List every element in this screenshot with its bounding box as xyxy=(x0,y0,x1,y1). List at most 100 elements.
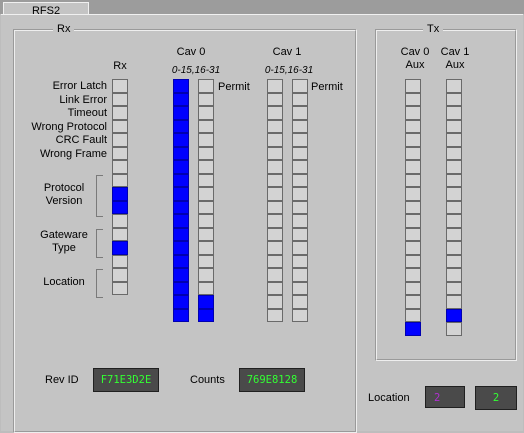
indicator-cell xyxy=(198,119,214,133)
indicator-cell xyxy=(112,160,128,174)
rx-bracket-label-line: Gateware xyxy=(40,229,88,241)
indicator-cell xyxy=(446,146,462,160)
indicator-cell xyxy=(173,308,189,322)
indicator-cell xyxy=(405,308,421,322)
indicator-cell xyxy=(173,187,189,201)
indicator-cell xyxy=(267,79,283,93)
rx-bracket-label-line: Type xyxy=(52,242,76,254)
rx-row-label: Timeout xyxy=(67,107,107,119)
indicator-cell xyxy=(198,254,214,268)
indicator-cell xyxy=(267,281,283,295)
indicator-cell xyxy=(173,106,189,120)
indicator-cell xyxy=(267,106,283,120)
indicator-cell xyxy=(446,133,462,147)
indicator-cell xyxy=(173,173,189,187)
indicator-cell xyxy=(405,214,421,228)
counts-label: Counts xyxy=(190,374,225,386)
indicator-cell xyxy=(292,214,308,228)
indicator-cell xyxy=(446,200,462,214)
rx-group-bracket xyxy=(96,174,103,217)
rx-row-label: Link Error xyxy=(59,93,107,106)
indicator-cell xyxy=(198,92,214,106)
indicator-cell xyxy=(267,160,283,174)
indicator-cell xyxy=(405,268,421,282)
indicator-cell xyxy=(405,295,421,309)
indicator-cell xyxy=(112,146,128,160)
indicator-cell xyxy=(267,146,283,160)
indicator-cell xyxy=(446,92,462,106)
indicator-cell xyxy=(173,254,189,268)
indicator-cell xyxy=(198,308,214,322)
indicator-cell xyxy=(292,146,308,160)
indicator-cell xyxy=(112,214,128,228)
cav1-permit-label: Permit xyxy=(311,81,343,93)
indicator-cell xyxy=(405,119,421,133)
cav1-range: 0-15,16-31 xyxy=(264,65,314,76)
indicator-cell xyxy=(173,119,189,133)
indicator-cell xyxy=(292,119,308,133)
indicator-cell xyxy=(405,322,421,336)
indicator-cell xyxy=(198,200,214,214)
indicator-cell xyxy=(198,133,214,147)
indicator-cell xyxy=(292,92,308,106)
rx-group-title: Rx xyxy=(53,23,75,35)
indicator-cell xyxy=(198,160,214,174)
indicator-cell xyxy=(267,214,283,228)
indicator-cell xyxy=(173,133,189,147)
indicator-cell xyxy=(112,133,128,147)
rx-bracket-label-line: Protocol xyxy=(43,181,85,194)
cav1-title: Cav 1 xyxy=(272,46,302,58)
indicator-cell xyxy=(173,146,189,160)
indicator-cell xyxy=(198,214,214,228)
cav0-column-0-15 xyxy=(173,79,189,322)
rx-row-label: Wrong Frame xyxy=(39,147,107,160)
indicator-cell xyxy=(198,173,214,187)
indicator-cell xyxy=(173,268,189,282)
indicator-cell xyxy=(112,106,128,120)
indicator-cell xyxy=(267,119,283,133)
indicator-cell xyxy=(405,92,421,106)
indicator-cell xyxy=(112,268,128,282)
indicator-cell xyxy=(292,227,308,241)
indicator-cell xyxy=(405,241,421,255)
cav0-range: 0-15,16-31 xyxy=(171,65,221,76)
indicator-cell xyxy=(405,106,421,120)
indicator-cell xyxy=(292,160,308,174)
indicator-cell xyxy=(292,200,308,214)
indicator-cell xyxy=(446,187,462,201)
indicator-cell xyxy=(173,79,189,93)
indicator-cell xyxy=(292,308,308,322)
location-value: 2 xyxy=(475,386,517,410)
indicator-cell xyxy=(198,227,214,241)
cav0-permit-label: Permit xyxy=(218,81,250,93)
rx-bracket-label: Gateware Type xyxy=(35,229,93,255)
indicator-cell xyxy=(198,241,214,255)
indicator-cell xyxy=(267,241,283,255)
indicator-cell xyxy=(405,160,421,174)
indicator-cell xyxy=(292,133,308,147)
indicator-cell xyxy=(112,187,128,201)
cav0-title: Cav 0 xyxy=(176,46,206,58)
indicator-cell xyxy=(446,254,462,268)
indicator-cell xyxy=(267,173,283,187)
counts-value: 769E8128 xyxy=(239,368,305,392)
indicator-cell xyxy=(267,133,283,147)
indicator-cell xyxy=(446,173,462,187)
tx-cav1-title: Cav 1 xyxy=(440,46,470,58)
rx-column-title: Rx xyxy=(113,60,127,72)
indicator-cell xyxy=(198,106,214,120)
location-input[interactable]: 2 xyxy=(425,386,465,408)
indicator-cell xyxy=(405,200,421,214)
indicator-cell xyxy=(292,79,308,93)
indicator-cell xyxy=(292,281,308,295)
indicator-cell xyxy=(292,268,308,282)
indicator-cell xyxy=(112,119,128,133)
indicator-cell xyxy=(198,79,214,93)
tx-cav1-sub: Aux xyxy=(445,59,465,71)
indicator-cell xyxy=(267,295,283,309)
indicator-cell xyxy=(446,241,462,255)
indicator-cell xyxy=(112,173,128,187)
indicator-cell xyxy=(405,281,421,295)
indicator-cell xyxy=(446,268,462,282)
indicator-cell xyxy=(112,254,128,268)
